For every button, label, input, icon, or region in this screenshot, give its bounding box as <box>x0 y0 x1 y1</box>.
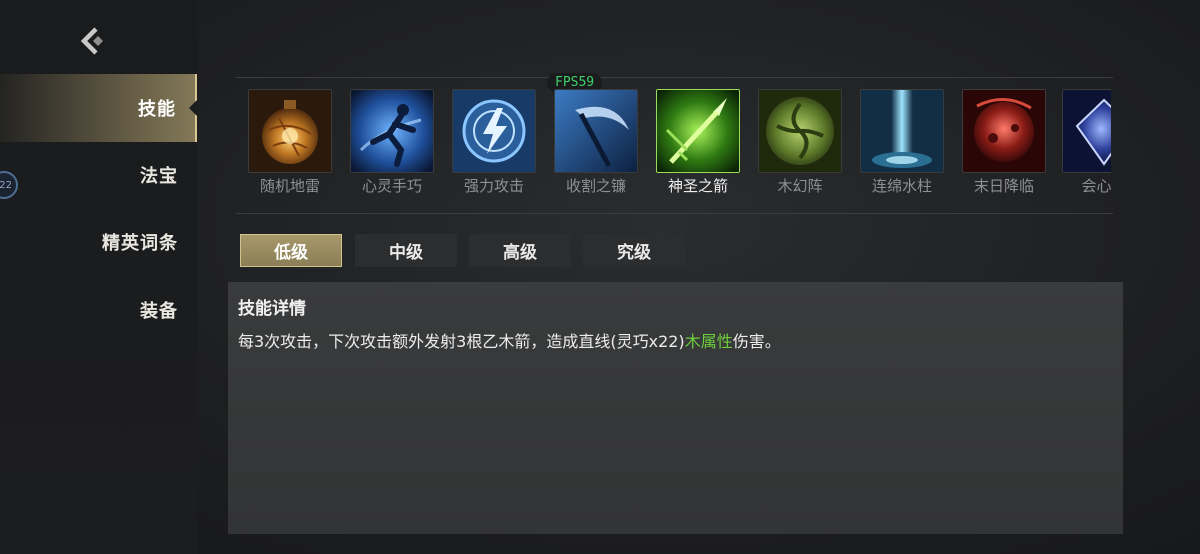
golden-mine-icon <box>248 89 332 173</box>
blue-crystal-icon <box>1062 89 1111 173</box>
water-pillar-icon <box>860 89 944 173</box>
skill-list[interactable]: 随机地雷 心灵手巧 强力攻击 收割之镰 神圣之箭 木幻阵 连绵水柱 末日降临 会… <box>247 88 1111 200</box>
active-indicator <box>189 100 197 116</box>
strip-top-divider <box>236 77 1113 78</box>
skill-name: 会心一 <box>1081 177 1111 195</box>
skill-item[interactable]: 强力攻击 <box>451 88 537 200</box>
skill-name: 连绵水柱 <box>871 177 932 195</box>
detail-description: 每3次攻击，下次攻击额外发射3根乙木箭，造成直线(灵巧x22)木属性伤害。 <box>238 328 781 352</box>
skill-name: 收割之镰 <box>565 177 626 195</box>
skill-name: 神圣之箭 <box>667 177 728 195</box>
skill-name: 随机地雷 <box>259 177 320 195</box>
tab-label: 中级 <box>389 243 423 263</box>
side-badge-text: 22 <box>0 179 12 191</box>
tab-label: 低级 <box>274 243 308 263</box>
game-screen: 技能 法宝 精英词条 装备 22 FPS59 随机地雷 心灵手巧 强力攻击 收割… <box>0 0 1200 554</box>
skill-item[interactable]: 神圣之箭 <box>655 88 741 200</box>
tab-label: 究级 <box>617 243 651 263</box>
sidebar-item-label: 精英词条 <box>102 233 178 254</box>
tab-label: 高级 <box>503 243 537 263</box>
back-arrow-icon <box>80 27 103 55</box>
sidebar-item-label: 法宝 <box>140 166 178 187</box>
skill-name: 强力攻击 <box>463 177 524 195</box>
sidebar: 技能 法宝 精英词条 装备 <box>0 0 197 554</box>
tab-low-level[interactable]: 低级 <box>240 234 342 267</box>
doom-icon <box>962 89 1046 173</box>
strip-bottom-divider <box>236 213 1113 214</box>
wood-formation-icon <box>758 89 842 173</box>
skill-name: 木幻阵 <box>777 177 823 195</box>
green-arrow-icon <box>656 89 740 173</box>
skill-item[interactable]: 会心一 <box>1061 88 1111 200</box>
desc-text-end: 伤害。 <box>732 332 781 351</box>
lightning-orb-icon <box>452 89 536 173</box>
skill-item[interactable]: 木幻阵 <box>757 88 843 200</box>
skill-item[interactable]: 末日降临 <box>961 88 1047 200</box>
skill-name: 末日降临 <box>973 177 1034 195</box>
blue-runner-icon <box>350 89 434 173</box>
sidebar-item-equipment[interactable]: 装备 <box>0 276 197 344</box>
desc-text: 每3次攻击，下次攻击额外发射3根乙木箭，造成直线(灵巧x22) <box>238 332 685 351</box>
sidebar-item-label: 装备 <box>140 301 178 322</box>
scythe-icon <box>554 89 638 173</box>
skill-item[interactable]: 随机地雷 <box>247 88 333 200</box>
tab-high-level[interactable]: 高级 <box>469 234 571 267</box>
skill-item[interactable]: 收割之镰 <box>553 88 639 200</box>
skill-item[interactable]: 心灵手巧 <box>349 88 435 200</box>
sidebar-item-elite-affix[interactable]: 精英词条 <box>0 208 197 276</box>
tab-ultimate-level[interactable]: 究级 <box>583 234 685 267</box>
skill-detail-panel: 技能详情 每3次攻击，下次攻击额外发射3根乙木箭，造成直线(灵巧x22)木属性伤… <box>228 282 1123 534</box>
desc-element-highlight: 木属性 <box>684 332 733 351</box>
skill-name: 心灵手巧 <box>361 177 422 195</box>
detail-title: 技能详情 <box>238 299 306 319</box>
skill-item[interactable]: 连绵水柱 <box>859 88 945 200</box>
back-button[interactable] <box>78 26 112 56</box>
sidebar-item-treasure[interactable]: 法宝 <box>0 141 197 209</box>
sidebar-item-label: 技能 <box>138 99 176 120</box>
sidebar-item-skills[interactable]: 技能 <box>0 74 197 142</box>
tab-mid-level[interactable]: 中级 <box>355 234 457 267</box>
